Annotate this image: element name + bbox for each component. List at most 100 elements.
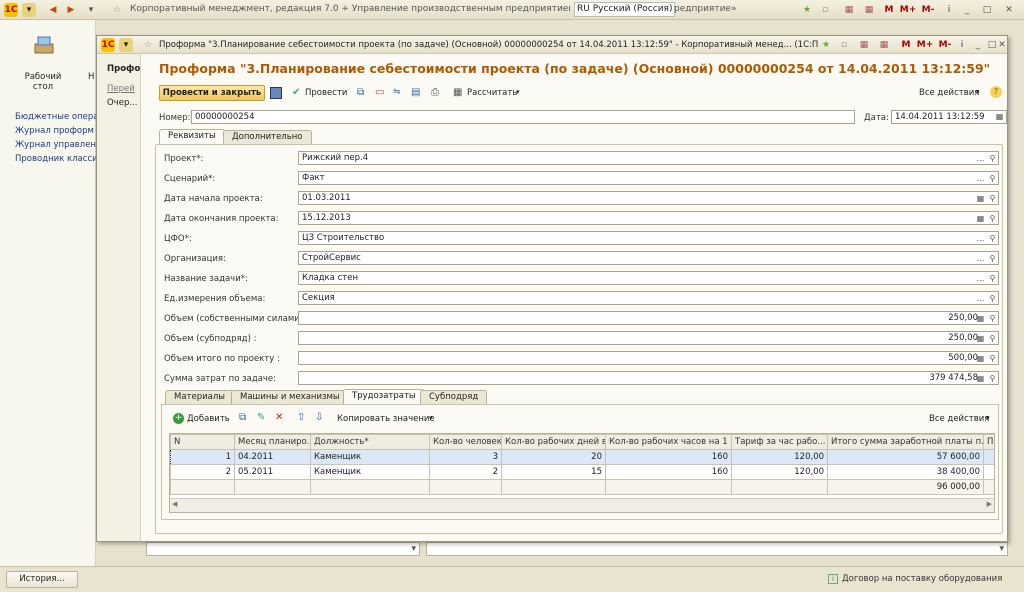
tab-machines[interactable]: Машины и механизмы (231, 390, 349, 404)
search-icon[interactable]: ⚲ (987, 193, 998, 204)
end-date-field[interactable]: 15.12.2013 (298, 211, 999, 225)
calc-icon[interactable]: ▦ (975, 333, 986, 344)
report-icon[interactable]: ▤ (411, 87, 420, 98)
link-classifier-explorer[interactable]: Проводник классиф (15, 152, 96, 166)
organization-field[interactable]: СтройСервис (298, 251, 999, 265)
search-icon[interactable]: ⚲ (987, 233, 998, 244)
number-field[interactable]: 00000000254 (191, 110, 855, 124)
calc-icon[interactable]: ▦ (975, 353, 986, 364)
m-plus-icon[interactable]: M+ (898, 3, 918, 17)
ellipsis-icon[interactable]: … (975, 293, 986, 304)
cell-n[interactable]: 2 (170, 464, 235, 480)
horizontal-scrollbar[interactable]: ◀ ▶ (170, 498, 994, 512)
volume-own-field[interactable]: 250,00 (298, 311, 999, 325)
cell-days[interactable]: 15 (501, 464, 606, 480)
date-field[interactable]: 14.04.2011 13:12:59 (891, 110, 1007, 124)
nav-proforma[interactable]: Профо (107, 64, 140, 74)
cell-people[interactable]: 3 (429, 449, 502, 465)
calendar-icon[interactable]: ▦ (877, 38, 891, 52)
search-icon[interactable]: ⚲ (987, 333, 998, 344)
maximize-icon[interactable]: □ (980, 3, 994, 17)
ellipsis-icon[interactable]: … (975, 233, 986, 244)
move-down-icon[interactable]: ⇩ (315, 412, 323, 423)
window-menu-icon[interactable]: ▾ (119, 38, 133, 52)
col-people[interactable]: Кол-во человек* (429, 434, 502, 450)
col-position[interactable]: Должность* (310, 434, 430, 450)
close-icon[interactable]: ✕ (1002, 3, 1016, 17)
col-p[interactable]: П (983, 434, 994, 450)
search-icon[interactable]: ⚲ (987, 253, 998, 264)
bg-select-left[interactable]: ▾ (146, 542, 420, 556)
cell-position[interactable]: Каменщик (310, 464, 430, 480)
all-actions-button[interactable]: Все действия (919, 88, 979, 98)
status-contract[interactable]: Договор на поставку оборудования (842, 574, 1002, 584)
start-date-field[interactable]: 01.03.2011 (298, 191, 999, 205)
desktop-label[interactable]: Рабочий стол (18, 72, 68, 92)
col-salary[interactable]: Итого сумма заработной платы п... (827, 434, 984, 450)
close-icon[interactable]: ✕ (997, 38, 1007, 52)
m-plus-icon[interactable]: M+ (915, 38, 935, 52)
col-n[interactable]: N (170, 434, 235, 450)
search-icon[interactable]: ⚲ (987, 273, 998, 284)
cell-rate[interactable]: 120,00 (731, 449, 828, 465)
star-icon[interactable]: ☆ (141, 38, 155, 52)
link-management-journal[interactable]: Журнал управлени (15, 138, 96, 152)
cell-salary[interactable]: 57 600,00 (827, 449, 984, 465)
ellipsis-icon[interactable]: … (975, 273, 986, 284)
calendar-icon[interactable]: ▦ (994, 111, 1005, 122)
1c-logo-icon[interactable]: 1С (101, 38, 115, 52)
ellipsis-icon[interactable]: … (975, 153, 986, 164)
link-budget-ops[interactable]: Бюджетные операц (15, 110, 96, 124)
add-button[interactable]: Добавить (187, 414, 230, 424)
cell-p[interactable] (983, 464, 994, 480)
nav-queue[interactable]: Очер... (107, 98, 137, 108)
bg-select-right[interactable]: ▾ (426, 542, 1008, 556)
1c-logo-icon[interactable]: 1С (4, 3, 18, 17)
print-icon[interactable]: ⎙ (431, 87, 439, 98)
favorite-icon[interactable]: ★ (819, 38, 833, 52)
history-dropdown-icon[interactable]: ▾ (84, 3, 98, 17)
cell-salary[interactable]: 38 400,00 (827, 464, 984, 480)
m-icon[interactable]: M (899, 38, 913, 52)
ellipsis-icon[interactable]: … (975, 173, 986, 184)
info-icon[interactable]: ▫ (818, 3, 832, 17)
copy-row-icon[interactable]: ⧉ (239, 412, 246, 423)
col-hours[interactable]: Кол-во рабочих часов на 1 с... (605, 434, 732, 450)
tab-subcontract[interactable]: Субподряд (420, 390, 488, 404)
nav-goto[interactable]: Перей (107, 84, 135, 94)
edit-icon[interactable]: ✎ (257, 412, 265, 423)
save-icon[interactable] (270, 87, 282, 99)
move-up-icon[interactable]: ⇧ (297, 412, 305, 423)
table-row[interactable]: 2 05.2011 Каменщик 2 15 160 120,00 38 40… (170, 464, 994, 480)
cell-p[interactable] (983, 449, 994, 465)
calc-icon[interactable]: ▦ (975, 313, 986, 324)
cell-hours[interactable]: 160 (605, 449, 732, 465)
cell-position[interactable]: Каменщик (310, 449, 430, 465)
copy-value-button[interactable]: Копировать значение (337, 414, 435, 424)
forward-icon[interactable]: ▶ (64, 3, 78, 17)
info-icon[interactable]: ▫ (837, 38, 851, 52)
unpost-icon[interactable]: ▭ (375, 87, 384, 98)
menu-icon[interactable]: ▾ (22, 3, 36, 17)
back-icon[interactable]: ◀ (46, 3, 60, 17)
cell-rate[interactable]: 120,00 (731, 464, 828, 480)
search-icon[interactable]: ⚲ (987, 373, 998, 384)
desktop-icon[interactable] (32, 34, 56, 58)
history-button[interactable]: История... (6, 571, 78, 588)
scenario-field[interactable]: Факт (298, 171, 999, 185)
ellipsis-icon[interactable]: … (975, 253, 986, 264)
cfo-field[interactable]: ЦЗ Строительство (298, 231, 999, 245)
search-icon[interactable]: ⚲ (987, 173, 998, 184)
col-days[interactable]: Кол-во рабочих дней в... (501, 434, 606, 450)
help-icon[interactable]: i (942, 3, 956, 17)
volume-total-field[interactable]: 500,00 (298, 351, 999, 365)
section-h-letter[interactable]: Н (88, 72, 94, 82)
copy-icon[interactable]: ⧉ (357, 87, 364, 98)
cell-hours[interactable]: 160 (605, 464, 732, 480)
link-proforma-journal[interactable]: Журнал проформ (15, 124, 96, 138)
post-and-close-button[interactable]: Провести и закрыть (159, 85, 265, 101)
cell-n[interactable]: 1 (170, 449, 235, 465)
delete-icon[interactable]: ✕ (275, 412, 283, 423)
minimize-icon[interactable]: _ (960, 3, 974, 17)
add-icon[interactable]: + (173, 413, 184, 424)
